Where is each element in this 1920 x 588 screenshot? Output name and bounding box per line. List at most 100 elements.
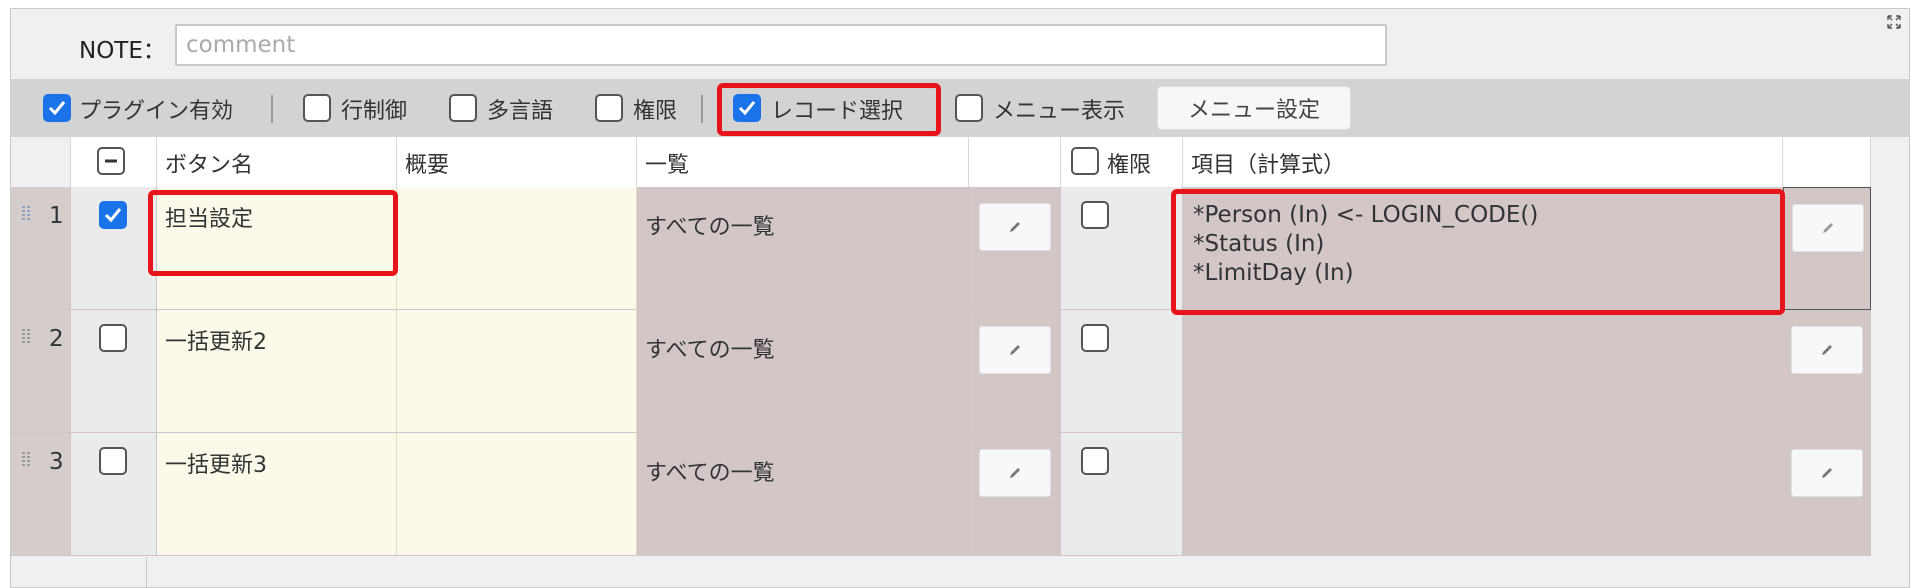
row-auth-checkbox[interactable] xyxy=(1081,447,1109,475)
record-select-label: レコード選択 xyxy=(771,99,904,124)
summary-cell[interactable] xyxy=(397,310,637,433)
list-cell[interactable]: すべての一覧 xyxy=(637,433,969,556)
edit-cell xyxy=(969,187,1061,310)
button-name-cell[interactable]: 一括更新3 xyxy=(157,433,397,556)
item-line: *Person (In) <- LOGIN_CODE() xyxy=(1193,202,1539,228)
row-select-checkbox[interactable] xyxy=(99,324,127,352)
items-cell[interactable]: *Person (In) <- LOGIN_CODE() *Status (In… xyxy=(1183,187,1783,310)
toolbar-separator xyxy=(271,95,273,123)
edit-list-button[interactable] xyxy=(979,203,1051,251)
list-cell[interactable]: すべての一覧 xyxy=(637,187,969,310)
row-number-cell: 2 xyxy=(11,310,71,433)
permission-label: 権限 xyxy=(633,99,678,124)
row-auth-checkbox[interactable] xyxy=(1081,324,1109,352)
list-text: すべての一覧 xyxy=(645,215,775,240)
menu-display-checkbox[interactable] xyxy=(955,94,983,122)
summary-cell[interactable] xyxy=(397,433,637,556)
list-cell[interactable]: すべての一覧 xyxy=(637,310,969,433)
drag-handle-icon[interactable] xyxy=(21,328,31,346)
pencil-icon xyxy=(1010,345,1020,355)
edit-list-button[interactable] xyxy=(979,449,1051,497)
multilingual-label: 多言語 xyxy=(487,99,554,124)
auth-cell xyxy=(1061,433,1183,556)
button-name-text: 一括更新3 xyxy=(165,453,267,478)
row-select-checkbox[interactable] xyxy=(99,447,127,475)
row-select-checkbox[interactable] xyxy=(99,201,127,229)
row-control-checkbox[interactable] xyxy=(303,94,331,122)
grid-footer-divider xyxy=(146,557,147,587)
minus-icon xyxy=(105,159,117,163)
pencil-icon xyxy=(1823,223,1833,233)
row-auth-checkbox[interactable] xyxy=(1081,201,1109,229)
auth-cell xyxy=(1061,310,1183,433)
summary-cell[interactable] xyxy=(397,187,637,310)
permission-checkbox[interactable] xyxy=(595,94,623,122)
check-icon xyxy=(738,101,756,116)
items-cell[interactable] xyxy=(1183,433,1783,556)
item-line: *LimitDay (In) xyxy=(1193,260,1354,286)
pencil-icon xyxy=(1822,468,1832,478)
row-control-label: 行制御 xyxy=(341,99,408,124)
table-row: 3 一括更新3 すべての一覧 xyxy=(11,433,1871,556)
button-name-text: 一括更新2 xyxy=(165,330,267,355)
auth-all-checkbox[interactable] xyxy=(1071,147,1099,175)
check-icon xyxy=(104,208,122,223)
header-items: 項目（計算式） xyxy=(1183,137,1783,187)
auth-cell xyxy=(1061,187,1183,310)
note-label: NOTE： xyxy=(79,38,166,64)
edit2-cell xyxy=(1783,310,1871,433)
check-icon xyxy=(48,101,66,116)
header-auth: 権限 xyxy=(1061,137,1183,187)
row-select-cell xyxy=(71,310,157,433)
row-number: 3 xyxy=(49,449,64,475)
expand-icon[interactable] xyxy=(1887,15,1901,29)
toolbar-separator xyxy=(701,95,703,123)
note-input[interactable] xyxy=(175,24,1387,66)
edit-items-button[interactable] xyxy=(1792,204,1864,252)
edit-cell xyxy=(969,433,1061,556)
list-text: すべての一覧 xyxy=(645,338,775,363)
plugin-settings-panel: NOTE： プラグイン有効 行制御 多言語 権限 レコード選択 メニュー表示 メ… xyxy=(10,8,1910,588)
select-all-checkbox[interactable] xyxy=(97,147,125,175)
table-row: 1 担当設定 すべての一覧 *Person (In) <- LOGIN_CODE… xyxy=(11,187,1871,310)
plugin-enabled-label: プラグイン有効 xyxy=(79,99,234,124)
edit-list-button[interactable] xyxy=(979,326,1051,374)
header-list: 一覧 xyxy=(637,137,969,187)
button-name-text: 担当設定 xyxy=(165,207,254,232)
grid-footer xyxy=(11,557,1909,587)
drag-handle-icon[interactable] xyxy=(21,451,31,469)
header-button-name: ボタン名 xyxy=(157,137,397,187)
item-line: *Status (In) xyxy=(1193,231,1325,257)
menu-display-label: メニュー表示 xyxy=(993,99,1126,124)
items-text: *Person (In) <- LOGIN_CODE() *Status (In… xyxy=(1193,201,1538,288)
row-select-cell xyxy=(71,433,157,556)
edit-cell xyxy=(969,310,1061,433)
table-row: 2 一括更新2 すべての一覧 xyxy=(11,310,1871,433)
multilingual-checkbox[interactable] xyxy=(449,94,477,122)
option-toolbar: プラグイン有効 行制御 多言語 権限 レコード選択 メニュー表示 メニュー設定 xyxy=(11,79,1909,137)
header-summary: 概要 xyxy=(397,137,637,187)
edit-items-button[interactable] xyxy=(1791,326,1863,374)
header-edit xyxy=(969,137,1061,187)
record-select-checkbox[interactable] xyxy=(733,94,761,122)
header-edit2 xyxy=(1783,137,1871,187)
button-name-cell[interactable]: 一括更新2 xyxy=(157,310,397,433)
drag-handle-icon[interactable] xyxy=(21,205,31,223)
edit2-cell xyxy=(1783,187,1871,310)
header-auth-label: 権限 xyxy=(1107,153,1152,178)
pencil-icon xyxy=(1010,222,1020,232)
menu-settings-button[interactable]: メニュー設定 xyxy=(1157,86,1351,130)
row-number: 1 xyxy=(49,203,64,229)
row-select-cell xyxy=(71,187,157,310)
button-name-cell[interactable]: 担当設定 xyxy=(157,187,397,310)
items-cell[interactable] xyxy=(1183,310,1783,433)
row-number-cell: 3 xyxy=(11,433,71,556)
header-select-all xyxy=(71,137,157,187)
header-rownum xyxy=(11,137,71,187)
pencil-icon xyxy=(1822,345,1832,355)
row-number: 2 xyxy=(49,326,64,352)
list-text: すべての一覧 xyxy=(645,461,775,486)
plugin-enabled-checkbox[interactable] xyxy=(43,94,71,122)
pencil-icon xyxy=(1010,468,1020,478)
edit-items-button[interactable] xyxy=(1791,449,1863,497)
